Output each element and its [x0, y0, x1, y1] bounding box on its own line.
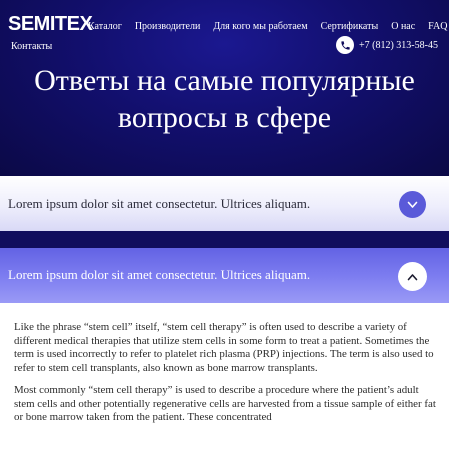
collapse-button[interactable]: [398, 262, 427, 291]
logo[interactable]: SEMITEX: [8, 12, 93, 36]
faq-question[interactable]: Lorem ipsum dolor sit amet consectetur. …: [8, 267, 310, 283]
faq-question[interactable]: Lorem ipsum dolor sit amet consectetur. …: [8, 196, 310, 212]
section-divider: [0, 231, 449, 248]
nav-item-manufacturers[interactable]: Производители: [135, 20, 200, 33]
nav-item-contacts[interactable]: Контакты: [11, 40, 52, 53]
page-title-line-1: Ответы на самые популярные: [34, 64, 415, 97]
nav-item-catalog[interactable]: Каталог: [88, 20, 122, 33]
page-title-line-2: вопросы в сфере: [117, 101, 332, 134]
hero-section: SEMITEX Каталог Производители Для кого м…: [0, 0, 449, 176]
nav-item-for-whom[interactable]: Для кого мы работаем: [213, 20, 307, 33]
expand-button[interactable]: [399, 191, 426, 218]
phone-contact[interactable]: +7 (812) 313-58-45: [336, 36, 438, 54]
main-nav: Каталог Производители Для кого мы работа…: [88, 20, 447, 33]
nav-item-about[interactable]: О нас: [391, 20, 415, 33]
phone-icon[interactable]: [336, 36, 354, 54]
answer-paragraph: Most commonly “stem cell therapy” is use…: [14, 384, 436, 423]
nav-item-certificates[interactable]: Сертификаты: [321, 20, 379, 33]
chevron-down-icon: [407, 201, 418, 208]
page-title: Ответы на самые популярные вопросы в сфе…: [0, 62, 449, 136]
faq-item-collapsed[interactable]: Lorem ipsum dolor sit amet consectetur. …: [0, 176, 449, 231]
faq-answer: Like the phrase “stem cell” itself, “ste…: [14, 321, 437, 434]
answer-paragraph: Like the phrase “stem cell” itself, “ste…: [14, 321, 434, 374]
nav-item-faq[interactable]: FAQ: [428, 20, 447, 33]
chevron-up-icon: [407, 273, 418, 280]
phone-number[interactable]: +7 (812) 313-58-45: [359, 40, 438, 51]
faq-item-expanded[interactable]: Lorem ipsum dolor sit amet consectetur. …: [0, 248, 449, 303]
